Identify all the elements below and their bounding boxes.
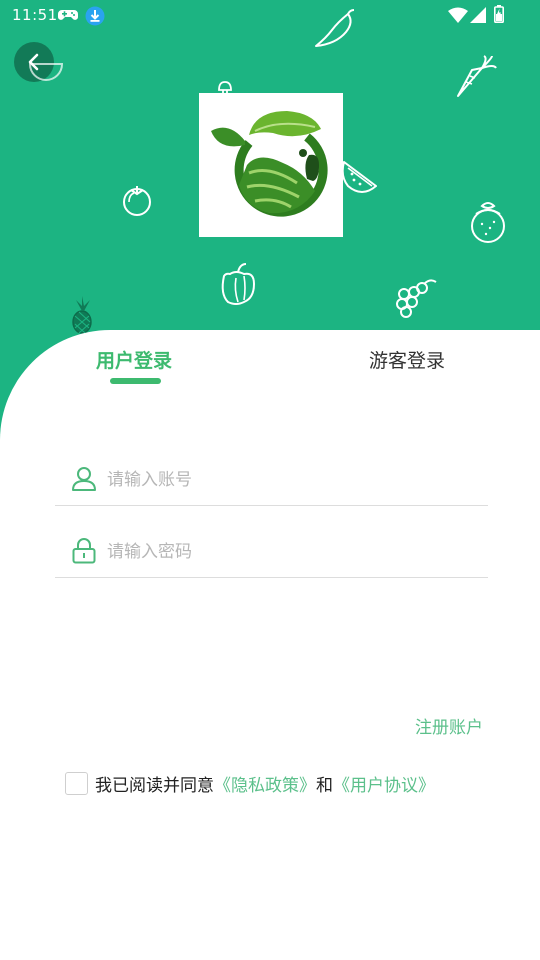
carrot-icon [457,55,497,97]
status-bar: 11:51 [0,0,540,32]
pepper-icon [221,263,255,305]
register-link[interactable]: 注册账户 [415,713,483,738]
orange-icon [471,202,505,243]
logo-leaf-icon [211,111,328,217]
chili-icon [315,9,355,47]
user-agreement-link[interactable]: 《用户协议》 [333,771,435,796]
battery-icon [494,5,504,27]
status-time: 11:51 [12,6,58,24]
privacy-policy-link[interactable]: 《隐私政策》 [214,771,316,796]
watermelon-icon [28,63,64,81]
agreement-checkbox[interactable] [65,771,88,795]
gamepad-icon [58,8,78,26]
wifi-icon [448,7,468,27]
pineapple-icon [72,296,92,334]
active-tab-indicator [110,378,161,384]
watermelon-icon [341,161,377,193]
signal-icon [470,7,486,27]
tomato-icon [123,186,151,216]
agreement-conjunction: 和 [316,775,333,796]
tab-guest-login[interactable]: 游客登录 [369,346,445,373]
download-icon [85,6,105,30]
password-input[interactable] [107,536,477,568]
password-field [55,518,488,578]
app-logo [199,93,343,237]
agreement-row: 我已阅读并同意 《隐私政策》 和 《用户协议》 [65,769,435,797]
tab-user-login[interactable]: 用户登录 [96,346,172,373]
lock-icon [71,538,97,568]
user-icon [71,466,97,496]
agreement-prefix: 我已阅读并同意 [95,775,214,796]
account-input[interactable] [107,464,477,496]
grapes-icon [396,279,437,318]
login-panel [0,330,540,960]
account-field [55,446,488,506]
